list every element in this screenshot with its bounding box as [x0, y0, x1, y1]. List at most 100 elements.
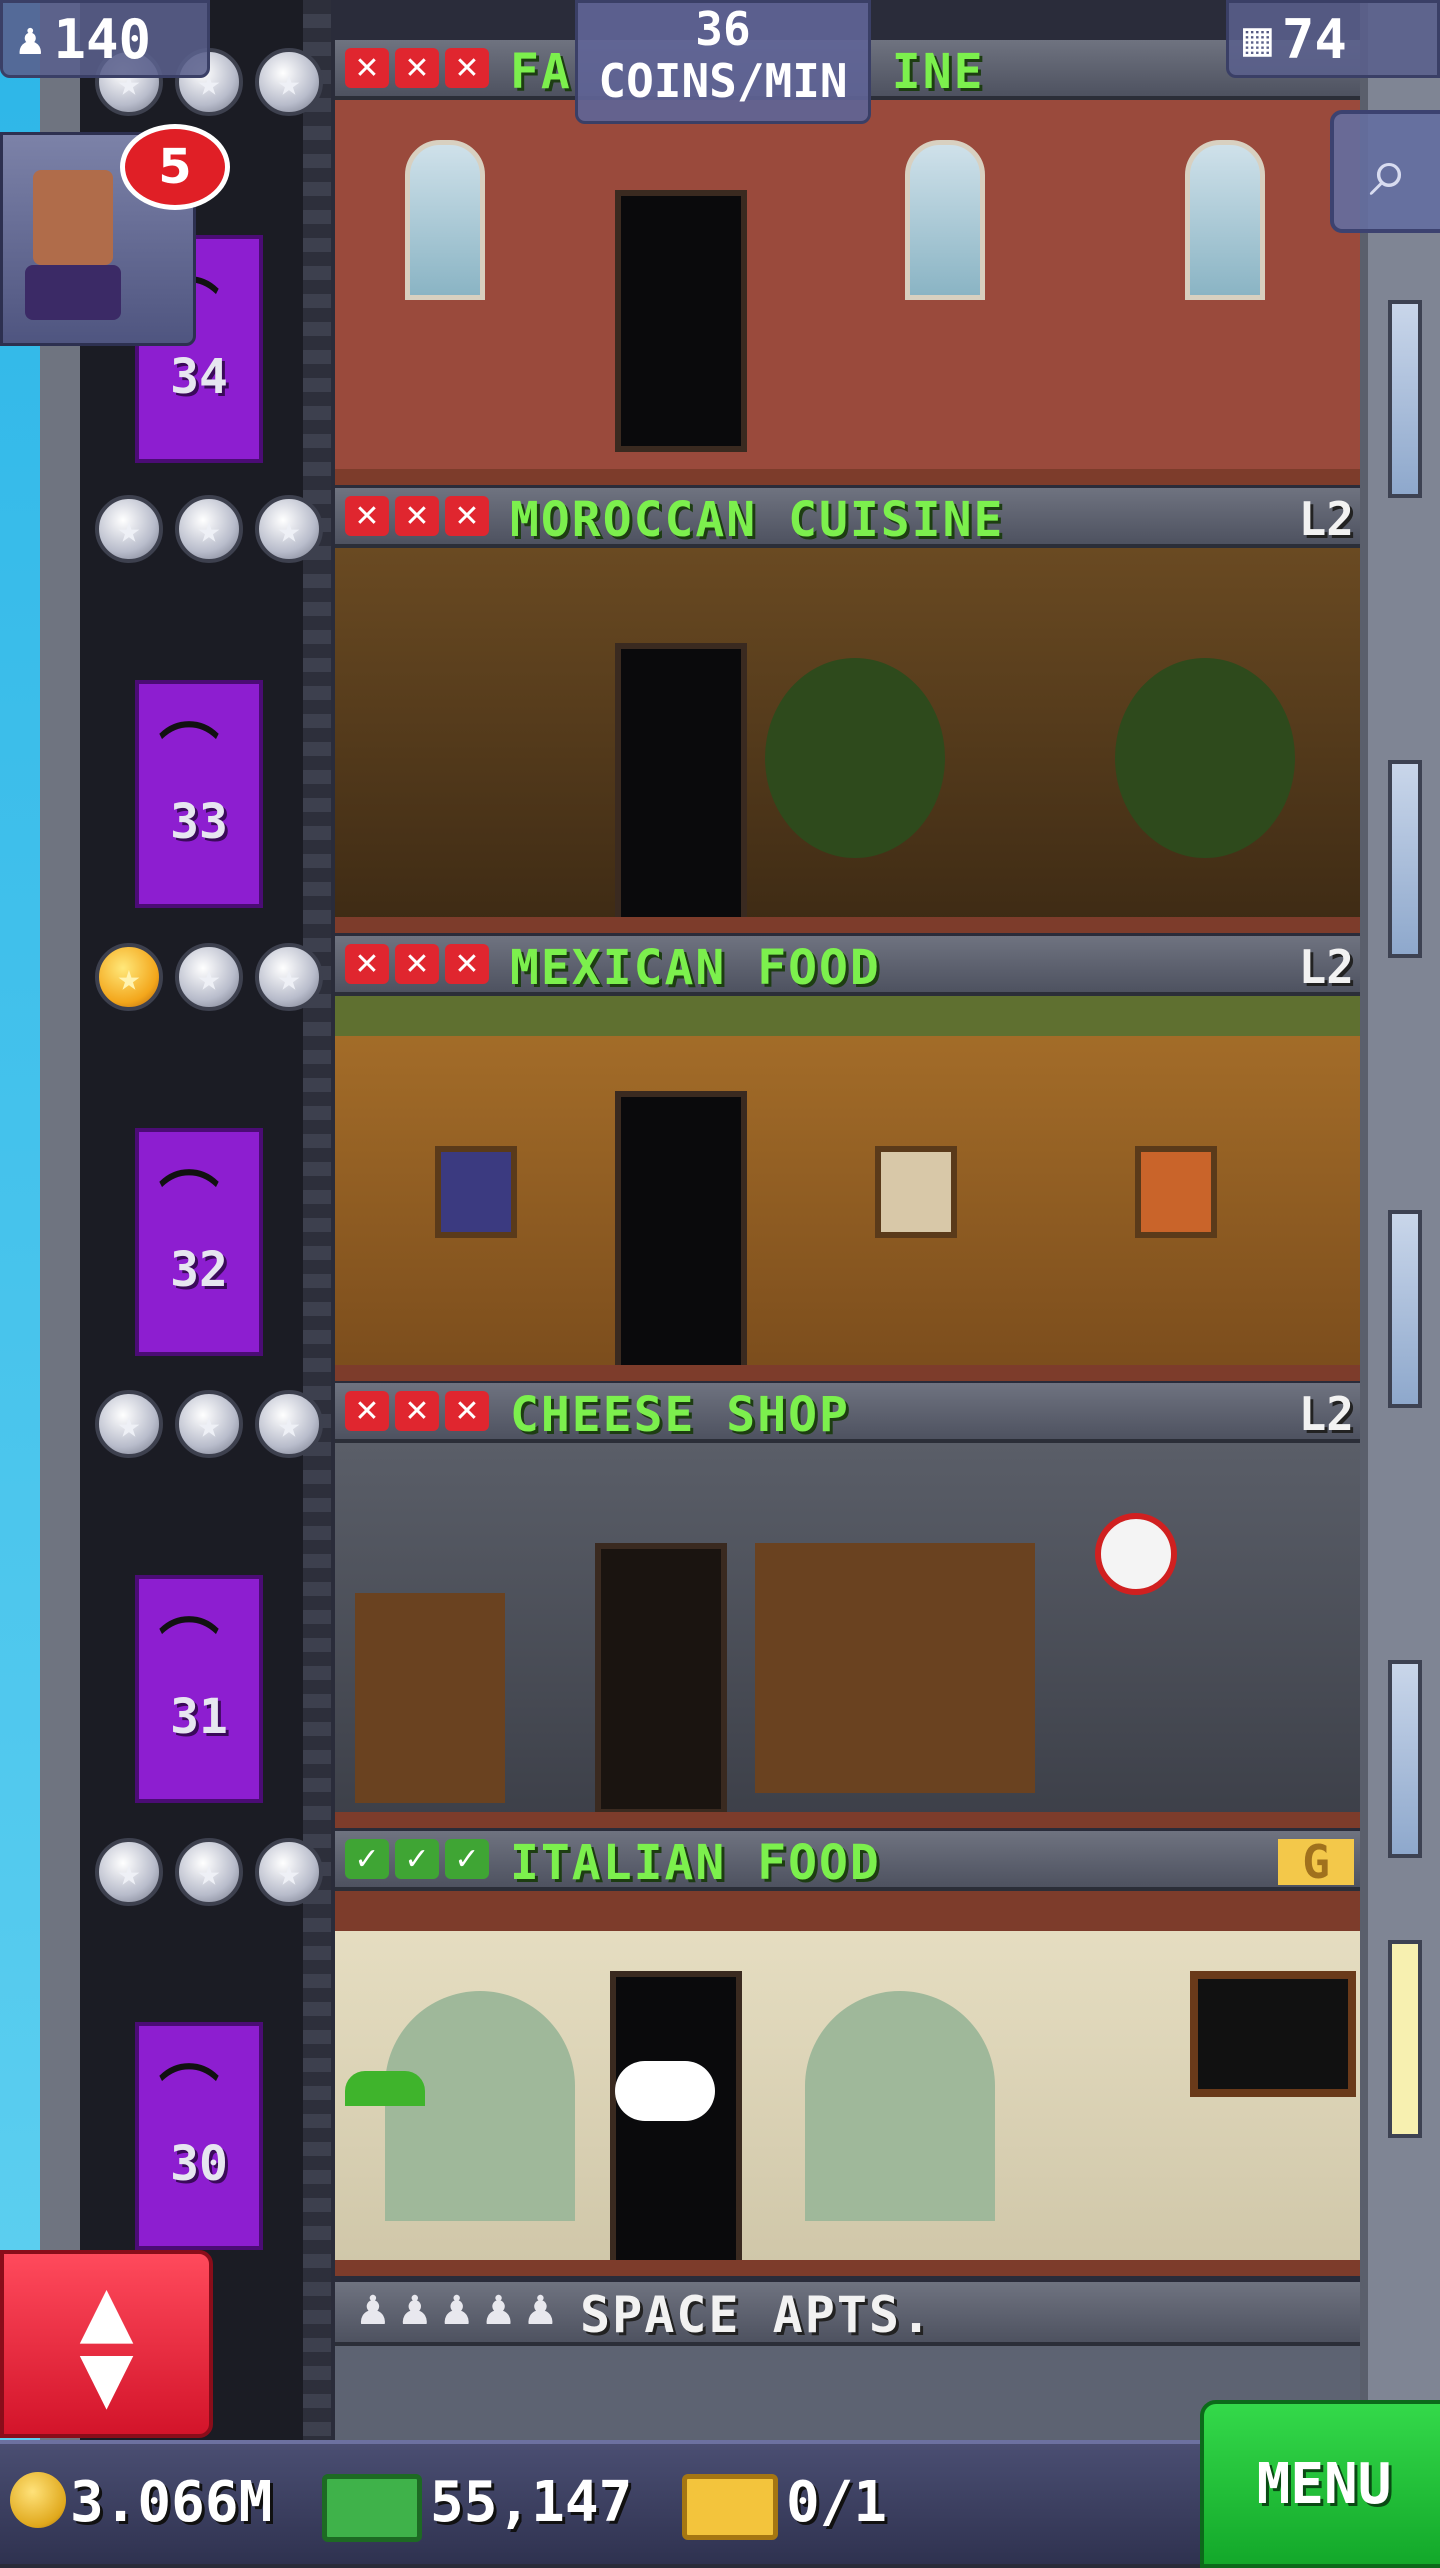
plant — [1115, 658, 1295, 858]
elevator-car[interactable]: ⌒ 33 — [135, 680, 263, 908]
floor-name: MOROCCAN CUISINE — [510, 492, 1005, 548]
star-icon: ★ — [95, 1838, 163, 1906]
room-interior — [335, 1891, 1360, 2276]
coins-per-min-label: COINS/MIN — [598, 54, 848, 108]
star-icon: ★ — [95, 1390, 163, 1458]
floor-name: ITALIAN FOOD — [510, 1835, 881, 1891]
floor-count-display[interactable]: ▦ 74 — [1226, 0, 1440, 78]
bat-icon: ⌒ — [159, 1613, 219, 1683]
magnifier-icon: ⌕ — [1369, 130, 1409, 212]
cheese-shelf — [355, 1593, 505, 1803]
elevator-control-button[interactable]: ▲ ▼ — [0, 2250, 213, 2438]
floor-number: 33 — [170, 794, 228, 850]
room-door — [615, 1091, 747, 1378]
room-interior — [335, 100, 1360, 485]
search-button[interactable]: ⌕ — [1330, 110, 1440, 233]
floor-31[interactable]: ✕ ✕ ✕ CHEESE SHOP L2 — [335, 1383, 1360, 1832]
elevator-car[interactable]: ⌒ 32 — [135, 1128, 263, 1356]
plant — [765, 658, 945, 858]
tower-window — [1388, 300, 1422, 498]
bat-icon: ⌒ — [159, 2060, 219, 2130]
floor-32[interactable]: ✕ ✕ ✕ MEXICAN FOOD L2 — [335, 936, 1360, 1385]
population-count: 140 — [53, 7, 152, 71]
check-icon: ✓ — [345, 1839, 389, 1879]
tickets-amount: 0/1 — [786, 2470, 888, 2535]
floor-title-bar: ✓ ✓ ✓ ITALIAN FOOD G — [335, 1831, 1360, 1891]
fail-icon: ✕ — [395, 944, 439, 984]
star-icon: ★ — [255, 495, 323, 563]
floor-number: 30 — [170, 2136, 228, 2192]
fail-icon: ✕ — [395, 48, 439, 88]
floor-title-bar: ✕ ✕ ✕ MEXICAN FOOD L2 — [335, 936, 1360, 996]
coin-icon — [10, 2472, 66, 2528]
room-floor — [335, 1812, 1360, 1828]
coins-per-min-value: 36 — [695, 2, 751, 56]
building-icon: ▦ — [1243, 11, 1272, 67]
green-cap — [345, 2071, 425, 2106]
elevator-car[interactable]: ⌒ 30 — [135, 2022, 263, 2250]
room-door — [615, 643, 747, 930]
star-icon: ★ — [95, 495, 163, 563]
fail-icon: ✕ — [345, 944, 389, 984]
room-door — [615, 190, 747, 452]
star-icon: ★ — [255, 943, 323, 1011]
arched-window — [1185, 140, 1265, 300]
floor-33[interactable]: ✕ ✕ ✕ MOROCCAN CUISINE L2 — [335, 488, 1360, 937]
floor-checkmarks: ✕ ✕ ✕ — [345, 944, 489, 984]
room-floor — [335, 1365, 1360, 1381]
ticket-icon — [682, 2474, 778, 2540]
floor-name: MEXICAN FOOD — [510, 940, 881, 996]
resident-icons: ♟♟♟♟♟ — [355, 2288, 565, 2334]
arched-window — [405, 140, 485, 300]
notification-badge[interactable]: 5 — [120, 124, 230, 210]
floor-space-apts[interactable]: ♟♟♟♟♟ SPACE APTS. — [335, 2282, 1360, 2346]
floor-name: SPACE APTS. — [580, 2286, 934, 2344]
floor-name: CHEESE SHOP — [510, 1387, 850, 1443]
fail-icon: ✕ — [445, 48, 489, 88]
bread-shelf — [755, 1543, 1035, 1793]
bux-amount: 55,147 — [430, 2470, 633, 2535]
room-door — [595, 1543, 727, 1815]
elevator-car[interactable]: ⌒ 31 — [135, 1575, 263, 1803]
check-icon: ✓ — [445, 1839, 489, 1879]
chef-hat — [615, 2061, 715, 2121]
room-interior — [335, 996, 1360, 1381]
floor-33-stars: ★ ★ ★ — [95, 495, 323, 563]
check-icon: ✓ — [395, 1839, 439, 1879]
menu-chalkboard — [1190, 1971, 1356, 2097]
floor-32-stars: ★ ★ ★ — [95, 943, 323, 1011]
elevator-rail — [303, 0, 331, 2440]
wall-painting — [435, 1146, 517, 1238]
vine-awning — [335, 1891, 1360, 1931]
arched-window — [905, 140, 985, 300]
floor-number: 31 — [170, 1689, 228, 1745]
floor-checkmarks: ✕ ✕ ✕ — [345, 496, 489, 536]
fail-icon: ✕ — [345, 1391, 389, 1431]
no-smoking-sign-icon — [1095, 1513, 1177, 1595]
star-icon: ★ — [175, 1390, 243, 1458]
floor-title-bar: ✕ ✕ ✕ CHEESE SHOP L2 — [335, 1383, 1360, 1443]
star-icon: ★ — [255, 1838, 323, 1906]
star-icon: ★ — [175, 943, 243, 1011]
visitor-avatar — [33, 170, 113, 265]
room-door — [610, 1971, 742, 2273]
bat-icon: ⌒ — [159, 1166, 219, 1236]
floor-number: 32 — [170, 1242, 228, 1298]
floor-level-badge: G — [1278, 1839, 1354, 1885]
floor-30[interactable]: ✓ ✓ ✓ ITALIAN FOOD G — [335, 1831, 1360, 2280]
sky — [0, 0, 40, 2440]
menu-button[interactable]: MENU — [1200, 2400, 1440, 2568]
fail-icon: ✕ — [345, 496, 389, 536]
floor-number: 34 — [170, 349, 228, 405]
room-floor — [335, 2260, 1360, 2276]
wall-painting — [875, 1146, 957, 1238]
floor-title-bar: ✕ ✕ ✕ MOROCCAN CUISINE L2 — [335, 488, 1360, 548]
coins-amount: 3.066M — [70, 2470, 273, 2535]
room-interior — [335, 1443, 1360, 1828]
floor-checkmarks: ✕ ✕ ✕ — [345, 48, 489, 88]
floor-checkmarks: ✓ ✓ ✓ — [345, 1839, 489, 1879]
up-arrow-icon: ▲ — [79, 2270, 134, 2352]
star-icon: ★ — [175, 1838, 243, 1906]
population-display[interactable]: ♟ 140 — [0, 0, 210, 78]
decor-border — [335, 996, 1360, 1036]
